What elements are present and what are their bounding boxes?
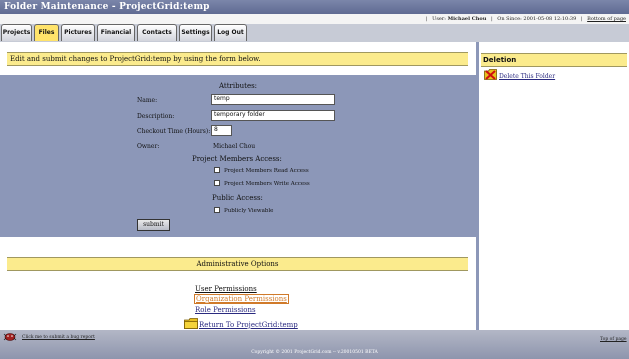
write-access-label: Project Members Write Access [224,181,310,187]
description-label: Description: [137,113,175,120]
name-input[interactable]: temp [211,94,335,105]
tab-settings[interactable]: Settings [179,24,212,41]
submit-button[interactable]: submit [137,219,170,231]
tab-contacts[interactable]: Contacts [137,24,177,41]
tab-pictures[interactable]: Pictures [61,24,95,41]
delete-folder-icon[interactable] [484,69,497,80]
user-label: User: [432,16,446,22]
owner-label: Owner: [137,143,160,150]
deletion-heading: Deletion [481,53,627,67]
online-since: On Since: 2001-05-08 12:10:39 [497,16,577,22]
publicly-viewable-checkbox[interactable] [214,207,220,213]
user-info-bar: | User: Michael Chou | On Since: 2001-05… [0,14,629,24]
tab-bar: Projects Files Pictures Financial Contac… [0,24,629,42]
publicly-viewable-label: Publicly Viewable [224,208,274,214]
organization-permissions-link[interactable]: Organization Permissions [194,294,289,304]
sidebar-panel [479,42,629,330]
name-label: Name: [137,97,158,104]
user-name: Michael Chou [447,16,487,22]
role-permissions-link[interactable]: Role Permissions [195,306,256,314]
copyright-text: Copyright © 2001 ProjectGrid.com -- v.20… [251,350,378,355]
top-of-page-link[interactable]: Top of page [600,337,627,342]
members-access-heading: Project Members Access: [192,155,282,163]
checkout-time-input[interactable]: 8 [211,125,232,136]
instructions-banner: Edit and submit changes to ProjectGrid:t… [7,52,468,66]
tab-log-out[interactable]: Log Out [214,24,247,41]
admin-options-banner: Administrative Options [7,257,468,271]
attributes-heading: Attributes: [219,82,258,90]
owner-value: Michael Chou [213,143,256,150]
return-to-project-link[interactable]: Return To ProjectGrid:temp [199,321,298,329]
read-access-checkbox[interactable] [214,167,220,173]
read-access-label: Project Members Read Access [224,168,309,174]
bug-icon[interactable] [3,332,17,341]
tab-financial[interactable]: Financial [97,24,135,41]
public-access-heading: Public Access: [212,194,263,202]
tab-projects[interactable]: Projects [1,24,32,41]
checkout-time-label: Checkout Time (Hours): [137,128,211,135]
bug-report-link[interactable]: Click me to submit a bug report [22,335,95,340]
bottom-of-page-link[interactable]: Bottom of page [587,16,626,22]
window-title: Folder Maintenance - ProjectGrid:temp [0,0,629,14]
folder-icon [184,318,198,329]
write-access-checkbox[interactable] [214,180,220,186]
tab-files[interactable]: Files [34,24,59,41]
description-input[interactable]: temporary folder [211,110,335,121]
user-permissions-link[interactable]: User Permissions [195,285,257,293]
delete-folder-link[interactable]: Delete This Folder [499,73,555,80]
